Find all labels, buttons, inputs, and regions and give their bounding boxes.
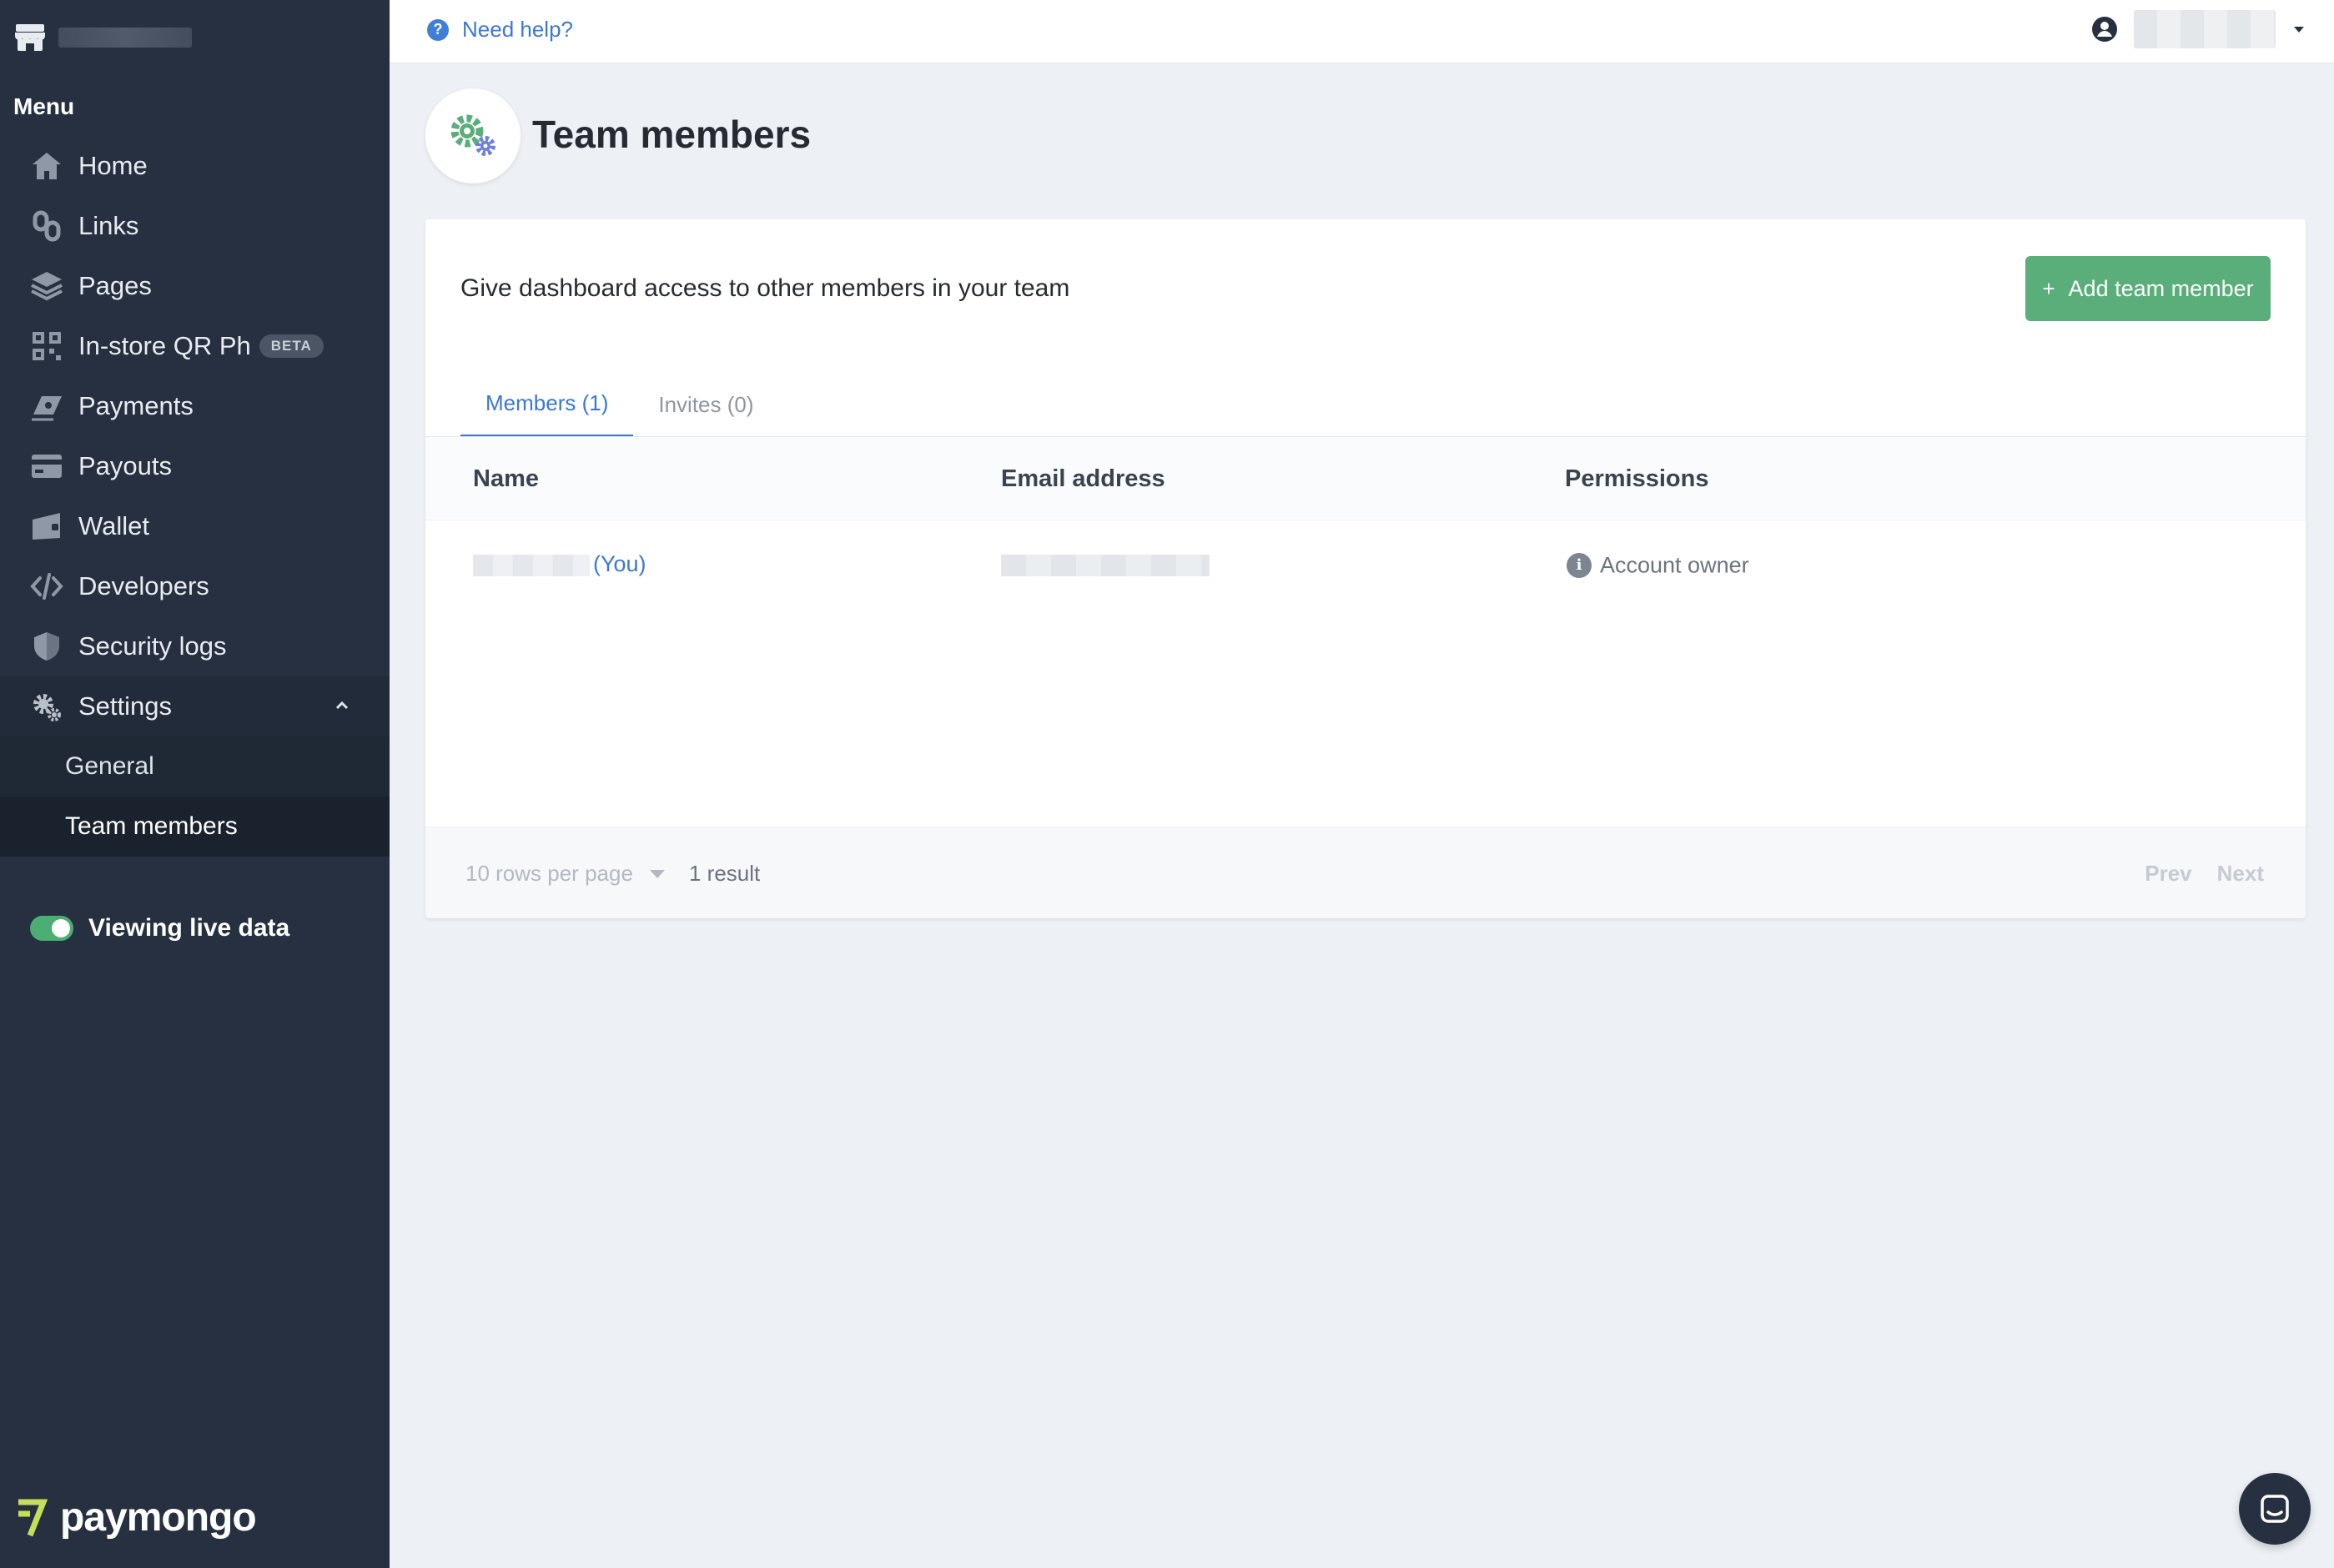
sidebar-item-payments[interactable]: Payments [0,376,390,436]
live-data-toggle[interactable]: Viewing live data [30,914,289,942]
permission-text: Account owner [1600,552,1749,578]
topbar: ? Need help? [390,0,2334,63]
card-intro: Give dashboard access to other members i… [460,274,1070,302]
menu-heading: Menu [13,93,75,119]
paymongo-logo: paymongo [15,1495,257,1540]
plus-icon: + [2042,275,2055,301]
sidebar-item-in-store-qr[interactable]: In-store QR Ph BETA [0,316,390,376]
pages-icon [28,268,65,304]
rows-per-page-label: 10 rows per page [465,861,633,886]
live-data-label: Viewing live data [88,914,290,942]
sidebar-subitem-general[interactable]: General [0,736,390,797]
prev-button[interactable]: Prev [2145,861,2191,887]
table-header: Name Email address Permissions [425,437,2306,520]
sidebar-item-home[interactable]: Home [0,136,390,196]
caret-down-icon [649,869,665,878]
info-icon: i [1567,552,1592,578]
store-name-redacted [58,28,192,48]
tabs: Members (1) Invites (0) [460,371,779,438]
chevron-up-icon[interactable] [333,696,351,715]
sidebar-item-developers[interactable]: Developers [0,556,390,616]
sidebar-item-label: Settings [78,691,173,721]
member-email-redacted [1001,554,1210,576]
column-header-email: Email address [1001,465,1165,492]
logo-text: paymongo [60,1495,257,1540]
sidebar-item-pages[interactable]: Pages [0,256,390,316]
sidebar-item-label: Security logs [78,631,227,661]
paymongo-logo-mark [18,1499,48,1536]
user-name-redacted [2134,10,2276,48]
tab-members[interactable]: Members (1) [460,371,634,438]
qr-icon [28,328,65,364]
payments-icon [28,388,65,425]
rows-per-page-select[interactable]: 10 rows per page [465,861,665,887]
home-icon [28,148,65,184]
tab-invites[interactable]: Invites (0) [633,371,778,438]
page-title: Team members [532,113,812,156]
sidebar-item-label: Wallet [78,511,149,540]
sidebar: Menu Home Links Pages In-store QR Ph BET… [0,0,390,1568]
member-email-cell [1001,551,1210,577]
wallet-icon [28,508,65,545]
sidebar-item-label: Payouts [78,451,173,480]
chat-icon [2261,1495,2289,1523]
team-members-card: Give dashboard access to other members i… [425,219,2306,918]
sidebar-item-label: In-store QR Ph [78,331,251,360]
column-header-name: Name [473,465,539,492]
sidebar-item-payouts[interactable]: Payouts [0,436,390,496]
column-header-permissions: Permissions [1565,465,1709,492]
settings-page-icon [425,88,521,183]
links-icon [28,208,65,244]
sidebar-item-links[interactable]: Links [0,196,390,256]
gear-icon [28,688,65,725]
store-icon [15,24,45,51]
next-button[interactable]: Next [2217,861,2264,887]
sidebar-item-label: Links [78,211,139,240]
sidebar-item-label: Home [78,151,148,180]
add-team-member-button[interactable]: + Add team member [2025,256,2271,321]
user-circle-icon [2092,17,2117,42]
result-count: 1 result [689,861,761,886]
member-permission-cell: i Account owner [1567,551,1749,578]
caret-down-icon [2294,26,2304,33]
sidebar-item-label: Pages [78,271,152,300]
beta-badge: BETA [259,334,324,358]
table-row: (You) i Account owner [425,521,2306,605]
sidebar-nav: Home Links Pages In-store QR Ph BETA Pay… [0,136,390,857]
you-label[interactable]: (You) [593,551,646,576]
help-text: Need help? [462,17,573,42]
sidebar-item-wallet[interactable]: Wallet [0,496,390,556]
shield-icon [28,628,65,665]
sidebar-item-label: Payments [78,391,194,420]
store-switcher[interactable] [13,20,192,55]
table-footer: 10 rows per page 1 result Prev Next [425,827,2306,918]
payouts-icon [28,448,65,485]
gears-icon [450,114,495,156]
sidebar-subitem-team-members[interactable]: Team members [0,797,390,857]
pagination: Prev Next [2145,861,2264,887]
chat-launcher-button[interactable] [2239,1473,2311,1545]
code-icon [28,568,65,605]
sidebar-item-label: Developers [78,571,209,601]
add-button-label: Add team member [2068,275,2254,301]
question-icon: ? [427,18,449,41]
sidebar-item-security-logs[interactable]: Security logs [0,616,390,676]
toggle-switch[interactable] [30,916,73,941]
user-menu[interactable] [2090,10,2304,48]
sidebar-item-settings[interactable]: Settings [0,676,390,736]
member-name-cell: (You) [473,551,646,577]
need-help-link[interactable]: ? Need help? [427,17,573,43]
member-name-redacted [473,554,590,576]
